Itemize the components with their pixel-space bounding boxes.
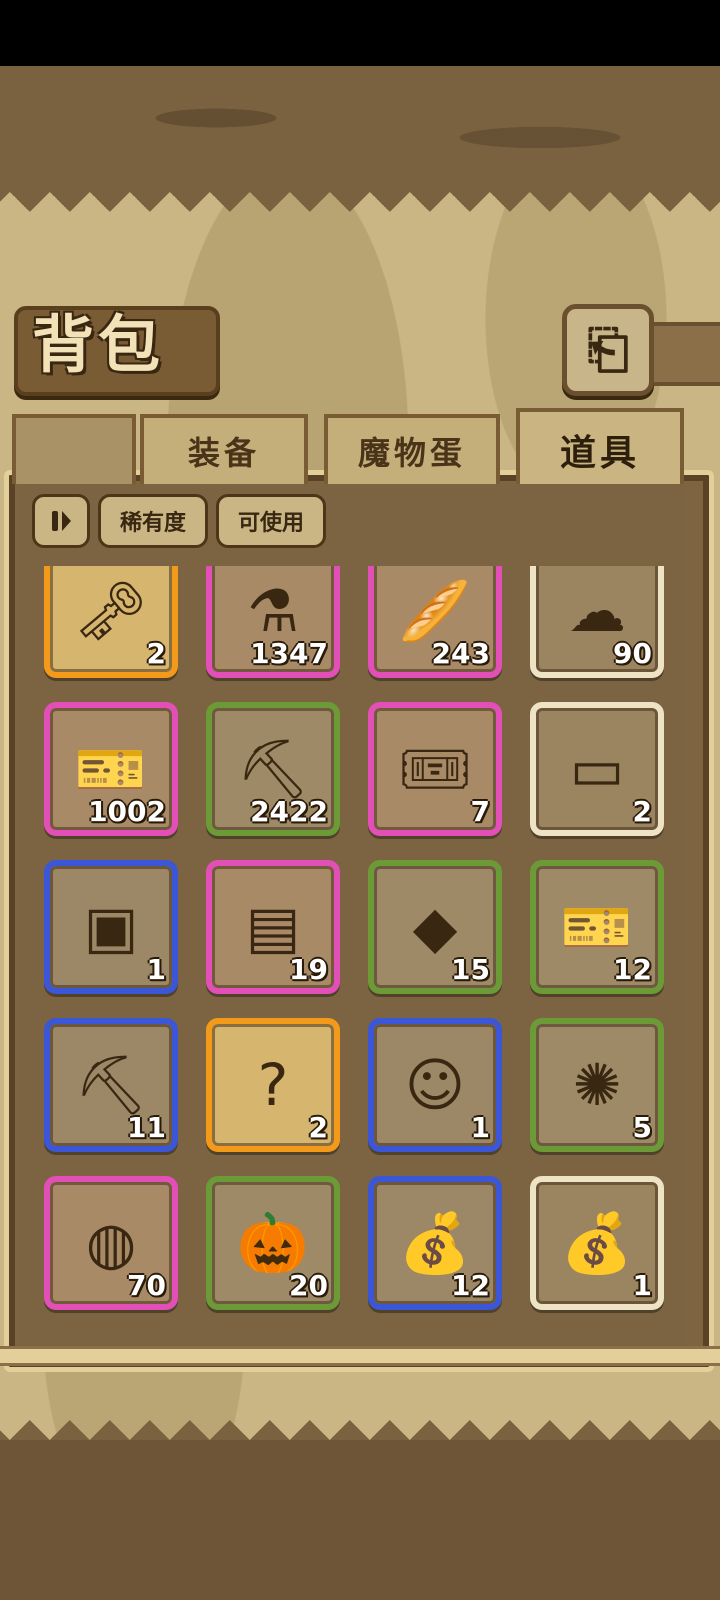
- usable-filter-button[interactable]: 可使用: [216, 494, 326, 548]
- item-quantity: 90: [613, 637, 652, 670]
- item-quantity: 20: [289, 1269, 328, 1302]
- item-slot-gold-sack[interactable]: 💰 12: [368, 1176, 502, 1310]
- tab-label: 道具: [559, 433, 640, 474]
- item-quantity: 1347: [250, 637, 328, 670]
- item-slot-golden-key[interactable]: 🗝 2: [44, 566, 178, 678]
- zigzag-edge-bottom: [0, 1400, 720, 1440]
- page-title: 背包: [32, 308, 165, 381]
- item-quantity: 12: [451, 1269, 490, 1302]
- zigzag-edge-top: [0, 192, 720, 232]
- tab-equipment[interactable]: 装备: [140, 414, 308, 484]
- tab-items[interactable]: 道具: [516, 408, 684, 488]
- item-quantity: 1002: [88, 795, 166, 828]
- item-quantity: 2: [146, 637, 166, 670]
- panel-bottom-rail: [0, 1346, 720, 1366]
- back-button[interactable]: ⎗: [562, 304, 654, 396]
- item-slot-pickaxe[interactable]: ⛏ 2422: [206, 702, 340, 836]
- item-slot-green-slime[interactable]: ☁ 90: [530, 566, 664, 678]
- tab-monster-eggs[interactable]: 魔物蛋: [324, 414, 500, 484]
- back-arrow-icon: ⎗: [587, 320, 629, 380]
- tab-label: 魔物蛋: [357, 434, 466, 472]
- item-slot-iron-pickaxe[interactable]: ⛏ 11: [44, 1018, 178, 1152]
- item-quantity: 15: [451, 953, 490, 986]
- item-slot-pink-coupon[interactable]: 🎟 7: [368, 702, 502, 836]
- item-slot-mystery-silhouette[interactable]: ? 2: [206, 1018, 340, 1152]
- tab-label: 装备: [187, 434, 260, 472]
- item-slot-wooden-chest[interactable]: ▭ 2: [530, 702, 664, 836]
- item-slot-mooncake[interactable]: ✺ 5: [530, 1018, 664, 1152]
- item-quantity: 19: [289, 953, 328, 986]
- map-background-top: [0, 66, 720, 196]
- item-slot-small-sack[interactable]: 💰 1: [530, 1176, 664, 1310]
- item-quantity: 70: [127, 1269, 166, 1302]
- item-quantity: 2422: [250, 795, 328, 828]
- rarity-filter-button[interactable]: 稀有度: [98, 494, 208, 548]
- item-quantity: 2: [632, 795, 652, 828]
- item-slot-bread-basket[interactable]: 🥖 243: [368, 566, 502, 678]
- item-quantity: 1: [146, 953, 166, 986]
- item-grid: 🗝 2 ⚗ 1347 🥖 243 ☁ 90 🎫 1002 ⛏ 2422 🎟 7 ▭ 2 ▣ 1 ▤ 19 ◆ 15 🎫 12 ⛏…: [18, 566, 702, 1336]
- item-quantity: 12: [613, 953, 652, 986]
- usable-filter-label: 可使用: [237, 511, 304, 536]
- rarity-filter-label: 稀有度: [119, 511, 186, 536]
- item-quantity: 2: [308, 1111, 328, 1144]
- map-background-bottom: [0, 1440, 720, 1600]
- item-slot-ham-slices[interactable]: ◍ 70: [44, 1176, 178, 1310]
- item-slot-blue-chest[interactable]: ▣ 1: [44, 860, 178, 994]
- item-slot-green-crystals[interactable]: ◆ 15: [368, 860, 502, 994]
- item-quantity: 5: [632, 1111, 652, 1144]
- item-slot-character-ticket[interactable]: 🎫 12: [530, 860, 664, 994]
- status-bar: [0, 0, 720, 66]
- item-quantity: 243: [431, 637, 490, 670]
- item-slot-rainbow-popsicle[interactable]: ▤ 19: [206, 860, 340, 994]
- item-slot-pumpkin-ticket[interactable]: 🎃 20: [206, 1176, 340, 1310]
- sort-toggle-button[interactable]: [32, 494, 90, 548]
- item-quantity: 1: [470, 1111, 490, 1144]
- tab-spacer: [12, 414, 136, 484]
- pause-sort-icon: [52, 511, 71, 531]
- item-quantity: 1: [632, 1269, 652, 1302]
- item-quantity: 7: [470, 795, 490, 828]
- item-slot-anvil-ticket[interactable]: 🎫 1002: [44, 702, 178, 836]
- item-quantity: 11: [127, 1111, 166, 1144]
- item-slot-portrait-puzzle[interactable]: ☺ 1: [368, 1018, 502, 1152]
- item-slot-purple-potion[interactable]: ⚗ 1347: [206, 566, 340, 678]
